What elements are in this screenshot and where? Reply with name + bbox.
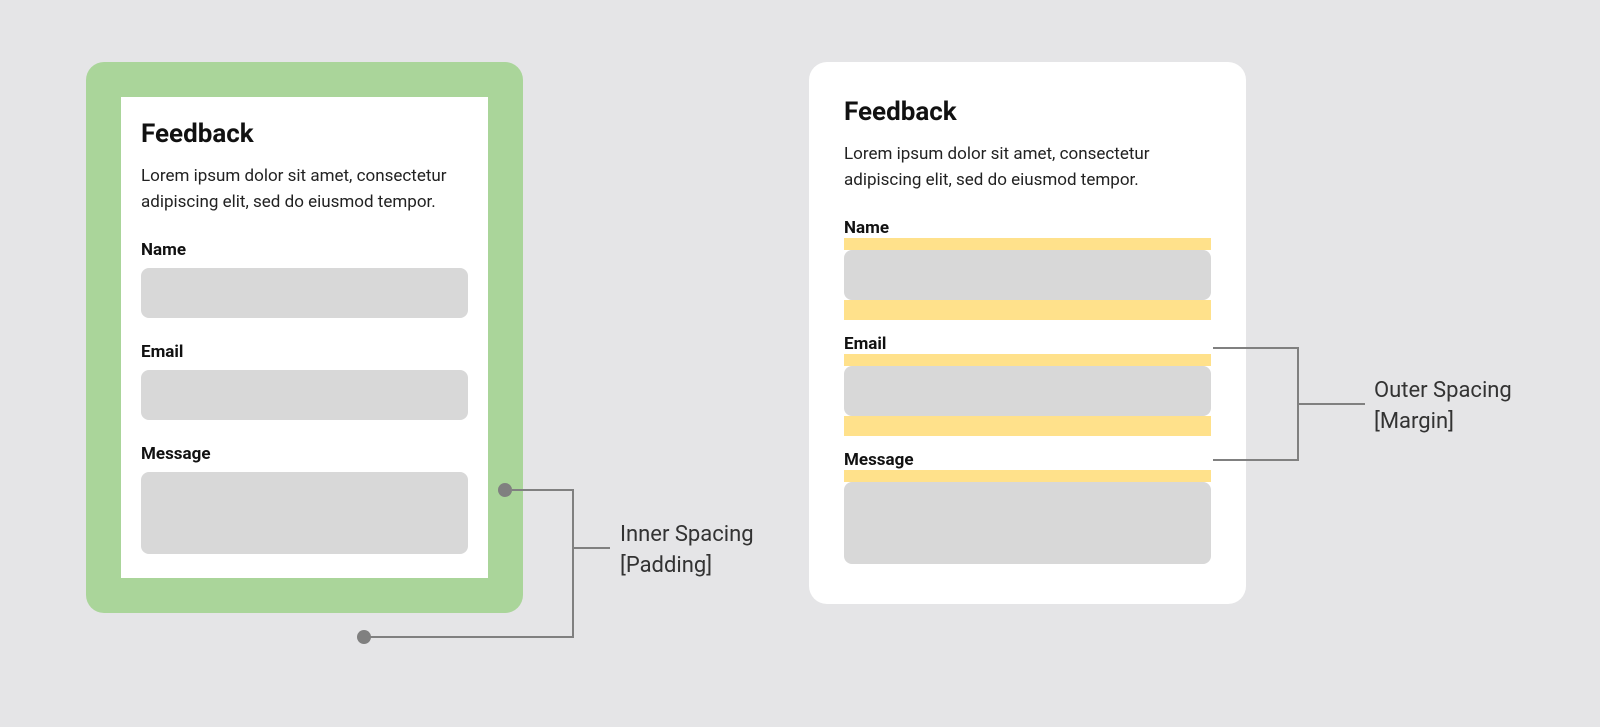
name-label: Name: [844, 218, 1211, 238]
email-input[interactable]: [844, 366, 1211, 416]
margin-annotation-line1: Outer Spacing: [1374, 376, 1512, 407]
field-message: Message: [141, 444, 468, 554]
name-input[interactable]: [141, 268, 468, 318]
margin-annotation: Outer Spacing [Margin]: [1374, 376, 1512, 438]
margin-highlight-top: [844, 470, 1211, 482]
padding-demo-inner: Feedback Lorem ipsum dolor sit amet, con…: [121, 97, 488, 578]
padding-annotation-line2: [Padding]: [620, 551, 754, 582]
form-description: Lorem ipsum dolor sit amet, consectetur …: [141, 163, 468, 216]
padding-dot-bottom: [357, 630, 371, 644]
message-input[interactable]: [141, 472, 468, 554]
margin-highlight-top: [844, 354, 1211, 366]
padding-dot-right: [498, 483, 512, 497]
message-input[interactable]: [844, 482, 1211, 564]
email-label: Email: [844, 334, 1211, 354]
margin-highlight-top: [844, 238, 1211, 250]
message-label: Message: [844, 450, 1211, 470]
message-label: Message: [141, 444, 468, 464]
field-name: Name: [844, 218, 1211, 320]
email-input[interactable]: [141, 370, 468, 420]
margin-highlight-bottom: [844, 416, 1211, 436]
email-label: Email: [141, 342, 468, 362]
padding-demo-card: Feedback Lorem ipsum dolor sit amet, con…: [86, 62, 523, 613]
form-title: Feedback: [844, 97, 1211, 127]
margin-demo-card: Feedback Lorem ipsum dolor sit amet, con…: [809, 62, 1246, 604]
margin-highlight-bottom: [844, 300, 1211, 320]
field-name: Name: [141, 240, 468, 318]
field-message: Message: [844, 450, 1211, 564]
padding-annotation: Inner Spacing [Padding]: [620, 520, 754, 582]
field-email: Email: [844, 334, 1211, 436]
margin-annotation-line2: [Margin]: [1374, 407, 1512, 438]
form-title: Feedback: [141, 119, 468, 149]
padding-annotation-line1: Inner Spacing: [620, 520, 754, 551]
name-label: Name: [141, 240, 468, 260]
name-input[interactable]: [844, 250, 1211, 300]
form-description: Lorem ipsum dolor sit amet, consectetur …: [844, 141, 1211, 194]
field-email: Email: [141, 342, 468, 420]
